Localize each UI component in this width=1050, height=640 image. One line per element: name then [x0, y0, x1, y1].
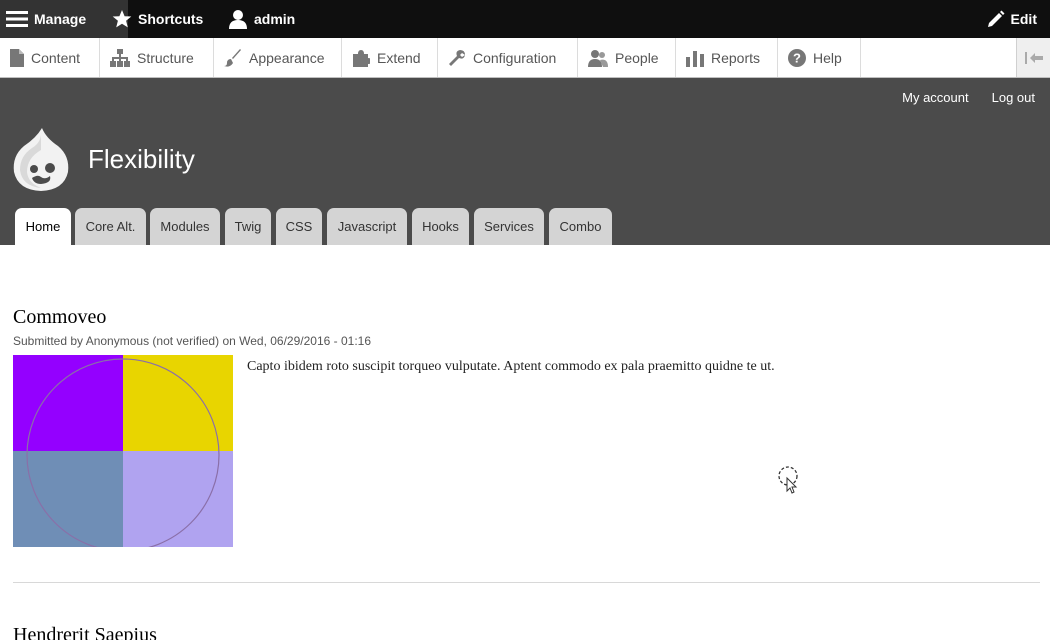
- hamburger-icon: [6, 11, 28, 27]
- image-quadrant: [123, 451, 233, 547]
- admin-toolbar: Manage Shortcuts admin Edit: [0, 0, 1050, 38]
- log-out-link[interactable]: Log out: [992, 90, 1035, 105]
- my-account-link[interactable]: My account: [902, 90, 968, 105]
- image-quadrant: [13, 451, 123, 547]
- edit-label: Edit: [1010, 11, 1037, 27]
- tray-label: Structure: [137, 49, 194, 66]
- tab-core-alt[interactable]: Core Alt.: [75, 208, 146, 245]
- secondary-menu: My account Log out: [902, 90, 1035, 105]
- tray-item-appearance[interactable]: Appearance: [214, 38, 342, 77]
- submitted-info: Submitted by Anonymous (not verified) on…: [13, 334, 371, 348]
- tab-twig[interactable]: Twig: [225, 208, 271, 245]
- shortcuts-label: Shortcuts: [138, 11, 204, 27]
- help-icon: ?: [788, 48, 806, 67]
- wrench-icon: [449, 49, 465, 66]
- admin-tray: Content Structure Appearance Extend Conf…: [0, 38, 1050, 78]
- tray-item-reports[interactable]: Reports: [676, 38, 778, 77]
- sitemap-icon: [110, 48, 130, 67]
- tab-home[interactable]: Home: [15, 208, 71, 245]
- pencil-icon: [987, 10, 1005, 27]
- people-icon: [588, 49, 608, 67]
- node-image[interactable]: [13, 355, 233, 552]
- node-title[interactable]: Commoveo: [13, 306, 106, 329]
- shortcuts-button[interactable]: Shortcuts: [112, 0, 203, 38]
- tray-item-content[interactable]: Content: [0, 38, 100, 77]
- node-body: Capto ibidem roto suscipit torqueo vulpu…: [247, 359, 775, 374]
- user-label: admin: [254, 11, 296, 27]
- tray-item-people[interactable]: People: [578, 38, 676, 77]
- tray-label: Extend: [377, 49, 421, 66]
- node-divider: [13, 582, 1040, 583]
- tray-item-extend[interactable]: Extend: [342, 38, 438, 77]
- bar-chart-icon: [686, 50, 704, 67]
- user-button[interactable]: admin: [228, 0, 295, 38]
- paint-brush-icon: [224, 48, 241, 67]
- manage-button[interactable]: Manage: [0, 0, 128, 38]
- tray-item-help[interactable]: ? Help: [778, 38, 861, 77]
- file-icon: [10, 48, 24, 67]
- tray-orientation-toggle[interactable]: [1016, 38, 1050, 77]
- collapse-icon: [1024, 51, 1043, 64]
- edit-button[interactable]: Edit: [987, 0, 1037, 38]
- user-icon: [229, 10, 247, 29]
- tray-label: Content: [31, 49, 81, 66]
- manage-label: Manage: [34, 11, 87, 27]
- star-icon: [112, 10, 132, 28]
- tab-modules[interactable]: Modules: [150, 208, 220, 245]
- node-title[interactable]: Hendrerit Saepius: [13, 624, 157, 640]
- tray-label: Reports: [711, 49, 761, 66]
- svg-text:?: ?: [793, 50, 801, 65]
- tray-label: Help: [813, 49, 842, 66]
- tray-item-configuration[interactable]: Configuration: [438, 38, 578, 77]
- tab-hooks[interactable]: Hooks: [412, 208, 469, 245]
- tab-combo[interactable]: Combo: [549, 208, 612, 245]
- tab-services[interactable]: Services: [474, 208, 544, 245]
- tray-label: Appearance: [249, 49, 325, 66]
- tab-css[interactable]: CSS: [276, 208, 322, 245]
- tray-item-structure[interactable]: Structure: [100, 38, 214, 77]
- tray-label: People: [615, 49, 659, 66]
- site-name[interactable]: Flexibility: [88, 144, 195, 175]
- image-quadrant: [123, 355, 233, 451]
- tray-label: Configuration: [473, 49, 557, 66]
- tab-javascript[interactable]: Javascript: [327, 208, 407, 245]
- image-quadrant: [13, 355, 123, 451]
- site-header: My account Log out Flexibility Home Core…: [0, 78, 1050, 245]
- drupal-logo-icon[interactable]: [12, 128, 70, 197]
- loading-cursor-icon: [777, 466, 801, 499]
- puzzle-icon: [353, 49, 370, 67]
